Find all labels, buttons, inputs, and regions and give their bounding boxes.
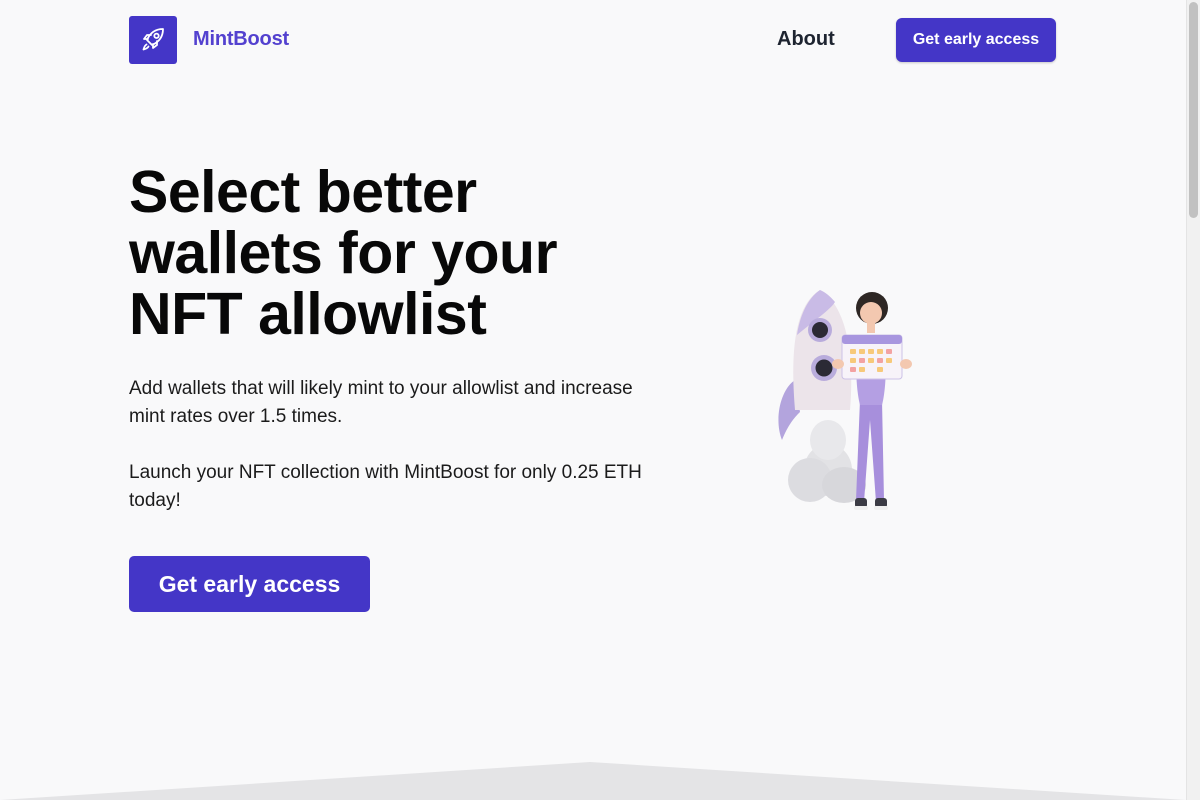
hero-pricing-text: Launch your NFT collection with MintBoos… <box>129 462 642 511</box>
hero-illustration <box>778 290 912 510</box>
scrollbar-thumb[interactable] <box>1189 2 1198 218</box>
hero-description: Add wallets that will likely mint to you… <box>129 378 633 427</box>
vertical-scrollbar[interactable] <box>1186 0 1200 800</box>
rocket-icon <box>142 28 164 51</box>
logo[interactable] <box>129 16 177 64</box>
brand-name[interactable]: MintBoost <box>193 28 289 51</box>
hero-title-line: NFT allowlist <box>129 281 487 347</box>
landing-page: MintBoost About Get early access Select … <box>0 0 1186 800</box>
hero-title-line: wallets for your <box>129 220 558 286</box>
bottom-divider <box>0 762 1186 800</box>
hero-title-line: Select better <box>129 159 477 225</box>
hero-title: Select better wallets for your NFT allow… <box>129 162 669 345</box>
header-get-early-access-button[interactable]: Get early access <box>896 18 1056 62</box>
nav-about-link[interactable]: About <box>777 28 835 51</box>
cloud-shape <box>788 420 866 503</box>
hero-get-early-access-button[interactable]: Get early access <box>129 556 370 612</box>
